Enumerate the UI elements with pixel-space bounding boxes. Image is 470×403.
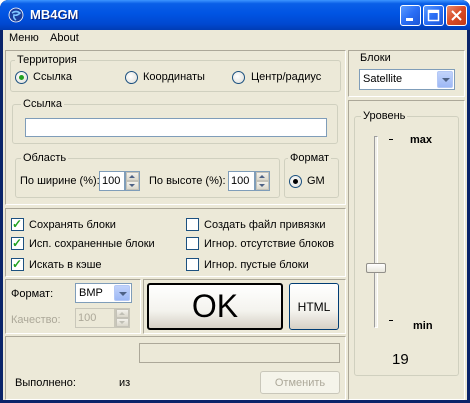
radio-coordinates[interactable] (125, 71, 138, 84)
of-label: из (119, 377, 131, 389)
minimize-icon (406, 18, 413, 21)
quality-label: Качество: (11, 314, 61, 326)
output-format-select[interactable]: BMP (75, 283, 132, 303)
title-bar[interactable]: MB4GM (0, 0, 470, 30)
cancel-button[interactable]: Отменить (260, 371, 340, 394)
width-label: По ширине (%): (20, 175, 100, 187)
territory-label: Территория (15, 54, 79, 66)
level-min-label: min (413, 320, 433, 332)
menu-item-about[interactable]: About (50, 32, 79, 44)
height-spinner[interactable] (255, 171, 270, 191)
check-icon: ✓ (12, 217, 23, 231)
app-window: MB4GM Меню About Территория Ссылка Коорд… (0, 0, 470, 403)
spin-up-icon (119, 312, 125, 315)
checkbox-use-saved-blocks[interactable]: ✓ (11, 236, 24, 250)
chevron-down-icon[interactable] (437, 71, 453, 88)
quality-spinner[interactable] (115, 308, 130, 328)
area-label: Область (21, 152, 69, 164)
spin-up-icon (259, 175, 265, 178)
client-area: Меню About Территория Ссылка Координаты … (3, 30, 467, 400)
height-input[interactable]: 100 (228, 171, 255, 191)
maximize-button[interactable] (423, 5, 444, 26)
done-label: Выполнено: (15, 377, 76, 389)
save-blocks-label: Сохранять блоки (29, 219, 116, 231)
check-icon: ✓ (12, 236, 23, 250)
output-format-value: BMP (79, 287, 103, 299)
checkbox-search-cache[interactable]: ✓ (11, 257, 24, 271)
maximize-icon (427, 9, 440, 22)
menu-bar: Меню About (3, 30, 467, 48)
level-max-label: max (410, 134, 433, 146)
minimize-button[interactable] (400, 5, 421, 26)
close-button[interactable] (446, 5, 467, 26)
blocks-label: Блоки (360, 52, 391, 64)
spin-up-icon (129, 175, 135, 178)
level-track (374, 136, 378, 328)
spin-down-icon (119, 321, 125, 324)
app-globe-icon (8, 7, 24, 23)
height-label: По высоте (%): (149, 175, 226, 187)
trackbar-tick (389, 320, 393, 321)
level-value: 19 (392, 351, 409, 368)
format-group-label: Формат (288, 152, 332, 164)
radio-link[interactable] (15, 71, 28, 84)
window-title: MB4GM (30, 7, 79, 22)
blocks-select[interactable]: Satellite (359, 69, 455, 90)
level-thumb[interactable] (366, 262, 386, 273)
width-input[interactable]: 100 (99, 171, 125, 191)
ignore-empty-blocks-label: Игнор. пустые блоки (204, 259, 309, 271)
html-button[interactable]: HTML (289, 283, 339, 330)
spin-down-icon (259, 184, 265, 187)
trackbar-tick (389, 139, 393, 140)
radio-link-label: Ссылка (33, 71, 72, 83)
create-binding-file-label: Создать файл привязки (204, 219, 326, 231)
radio-coordinates-label: Координаты (143, 71, 205, 83)
link-label: Ссылка (21, 98, 64, 110)
width-spinner[interactable] (125, 171, 140, 191)
check-icon: ✓ (12, 257, 23, 271)
level-group (354, 116, 459, 376)
close-icon (451, 10, 462, 21)
use-saved-blocks-label: Исп. сохраненные блоки (29, 238, 155, 250)
checkbox-ignore-missing-blocks[interactable] (186, 237, 199, 250)
menu-item-menu[interactable]: Меню (9, 32, 39, 44)
checkbox-create-binding-file[interactable] (186, 218, 199, 231)
link-input[interactable] (25, 118, 327, 137)
blocks-value: Satellite (363, 73, 403, 85)
search-cache-label: Искать в кэше (29, 259, 102, 271)
radio-center-radius[interactable] (232, 71, 245, 84)
checkbox-save-blocks[interactable]: ✓ (11, 217, 24, 231)
checkbox-ignore-empty-blocks[interactable] (186, 258, 199, 271)
ok-button[interactable]: OK (147, 283, 283, 330)
output-format-label: Формат: (11, 288, 54, 300)
radio-center-radius-label: Центр/радиус (251, 71, 322, 83)
radio-gm-label: GM (307, 175, 325, 187)
radio-gm[interactable] (289, 175, 302, 188)
level-label: Уровень (361, 110, 408, 122)
quality-input[interactable]: 100 (75, 308, 115, 328)
chevron-down-icon[interactable] (114, 285, 130, 301)
ignore-missing-blocks-label: Игнор. отсутствие блоков (204, 238, 335, 250)
spin-down-icon (129, 184, 135, 187)
progress-bar (139, 343, 340, 363)
